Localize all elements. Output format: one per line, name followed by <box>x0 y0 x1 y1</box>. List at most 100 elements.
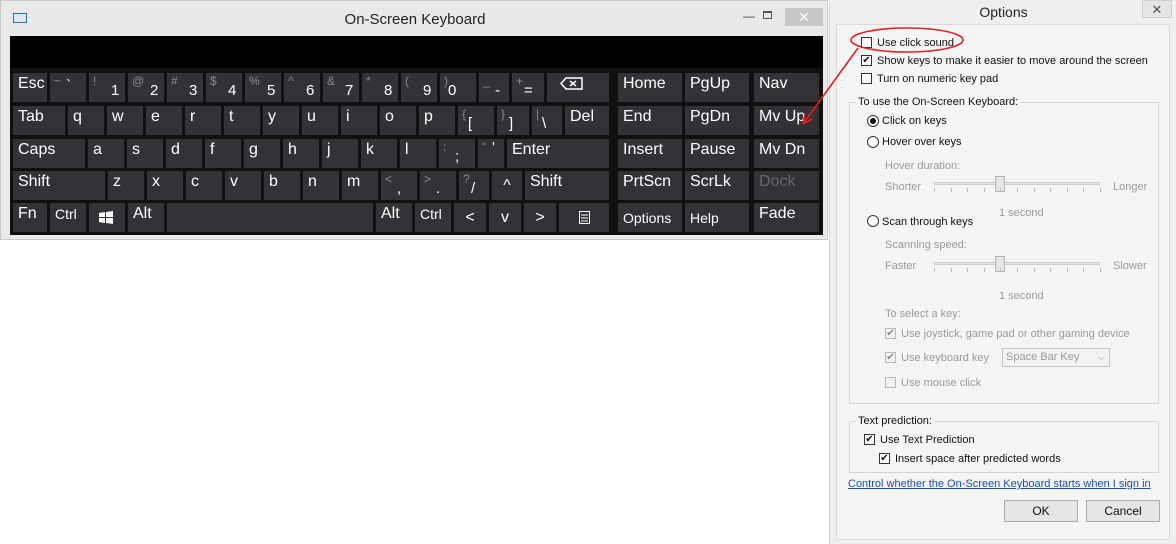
ok-button[interactable]: OK <box>1004 500 1078 522</box>
key-windows[interactable] <box>89 203 125 232</box>
key-minus[interactable]: _ - <box>479 73 509 102</box>
key-g[interactable]: g <box>244 139 280 168</box>
close-button[interactable]: ✕ <box>1142 0 1172 18</box>
key-pause[interactable]: Pause <box>685 139 749 168</box>
key-l[interactable]: l <box>400 139 436 168</box>
show-keys-checkbox[interactable]: ✔ <box>861 55 872 66</box>
key-right-bracket[interactable]: }] <box>497 106 529 135</box>
minimize-button[interactable]: — <box>738 9 760 23</box>
use-mouse-click-checkbox[interactable] <box>885 377 896 388</box>
key-h[interactable]: h <box>283 139 319 168</box>
numeric-keypad-checkbox[interactable] <box>861 73 872 84</box>
key-4[interactable]: $4 <box>206 73 242 102</box>
use-keyboard-key-checkbox[interactable]: ✔ <box>885 352 896 363</box>
key-m[interactable]: m <box>342 171 378 200</box>
key-pgdn[interactable]: PgDn <box>685 106 749 135</box>
key-r[interactable]: r <box>185 106 221 135</box>
key-nav[interactable]: Nav <box>754 73 819 102</box>
key-shift-left[interactable]: Shift <box>13 171 105 200</box>
key-equal[interactable]: + = <box>512 73 544 102</box>
key-mv-dn[interactable]: Mv Dn <box>754 139 819 168</box>
key-x[interactable]: x <box>147 171 183 200</box>
key-y[interactable]: y <box>263 106 299 135</box>
key-k[interactable]: k <box>361 139 397 168</box>
key-1[interactable]: ! 1 <box>89 73 125 102</box>
maximize-button[interactable] <box>759 9 779 23</box>
key-3[interactable]: #3 <box>167 73 203 102</box>
key-i[interactable]: i <box>341 106 377 135</box>
key-t[interactable]: t <box>224 106 260 135</box>
hover-over-keys-radio[interactable] <box>867 136 879 148</box>
key-scrlk[interactable]: ScrLk <box>685 171 749 200</box>
startup-settings-link[interactable]: Control whether the On-Screen Keyboard s… <box>848 478 1151 490</box>
key-backslash[interactable]: | \ <box>532 106 562 135</box>
key-left-bracket[interactable]: {[ <box>458 106 494 135</box>
key-help[interactable]: Help <box>685 203 749 232</box>
key-left-arrow[interactable]: < <box>454 203 486 232</box>
key-p[interactable]: p <box>419 106 455 135</box>
use-joystick-checkbox[interactable]: ✔ <box>885 328 896 339</box>
key-slash[interactable]: ? / <box>459 171 489 200</box>
key-alt-left[interactable]: Alt <box>128 203 164 232</box>
key-tab[interactable]: Tab <box>13 106 65 135</box>
key-e[interactable]: e <box>146 106 182 135</box>
key-mv-up[interactable]: Mv Up <box>754 106 819 135</box>
key-dock[interactable]: Dock <box>754 171 819 200</box>
key-end[interactable]: End <box>618 106 682 135</box>
key-6[interactable]: ^ 6 <box>284 73 320 102</box>
key-a[interactable]: a <box>88 139 124 168</box>
close-button[interactable]: ✕ <box>785 8 823 26</box>
key-7[interactable]: & 7 <box>323 73 359 102</box>
key-esc[interactable]: Esc <box>13 73 47 102</box>
key-f[interactable]: f <box>205 139 241 168</box>
key-up-arrow[interactable]: ^ <box>492 171 522 200</box>
key-fn[interactable]: Fn <box>13 203 47 232</box>
key-backspace[interactable] <box>547 73 609 102</box>
key-z[interactable]: z <box>108 171 144 200</box>
key-q[interactable]: q <box>68 106 104 135</box>
key-prtscn[interactable]: PrtScn <box>618 171 682 200</box>
key-options[interactable]: Options <box>618 203 682 232</box>
key-period[interactable]: >. <box>420 171 456 200</box>
key-pgup[interactable]: PgUp <box>685 73 749 102</box>
use-text-prediction-checkbox[interactable]: ✔ <box>864 434 875 445</box>
key-down-arrow[interactable]: v <box>489 203 521 232</box>
click-on-keys-radio[interactable] <box>867 115 879 127</box>
key-5[interactable]: % 5 <box>245 73 281 102</box>
key-2[interactable]: @2 <box>128 73 164 102</box>
key-enter[interactable]: Enter <box>507 139 609 168</box>
key-j[interactable]: j <box>322 139 358 168</box>
key-right-arrow[interactable]: > <box>524 203 556 232</box>
key-ctrl-right[interactable]: Ctrl <box>415 203 451 232</box>
key-s[interactable]: s <box>127 139 163 168</box>
cancel-button[interactable]: Cancel <box>1086 500 1160 522</box>
key-0[interactable]: ) 0 <box>440 73 476 102</box>
keyboard-key-select[interactable]: Space Bar Key ⌵ <box>1002 348 1110 367</box>
key-u[interactable]: u <box>302 106 338 135</box>
scan-through-keys-radio[interactable] <box>867 215 879 227</box>
key-shift-right[interactable]: Shift <box>525 171 609 200</box>
key-alt-right[interactable]: Alt <box>376 203 412 232</box>
key-caps[interactable]: Caps <box>13 139 85 168</box>
key-fade[interactable]: Fade <box>754 203 819 232</box>
key-ctrl-left[interactable]: Ctrl <box>50 203 86 232</box>
key-insert[interactable]: Insert <box>618 139 682 168</box>
key-d[interactable]: d <box>166 139 202 168</box>
key-del[interactable]: Del <box>565 106 609 135</box>
key-c[interactable]: c <box>186 171 222 200</box>
key-b[interactable]: b <box>264 171 300 200</box>
key-v[interactable]: v <box>225 171 261 200</box>
key-semicolon[interactable]: :; <box>439 139 475 168</box>
key-o[interactable]: o <box>380 106 416 135</box>
key-n[interactable]: n <box>303 171 339 200</box>
key-home[interactable]: Home <box>618 73 682 102</box>
scanning-speed-slider-track[interactable] <box>934 262 1100 265</box>
key-quote[interactable]: " ' <box>478 139 504 168</box>
key-9[interactable]: (9 <box>401 73 437 102</box>
use-click-sound-checkbox[interactable] <box>861 37 872 48</box>
key-grave[interactable]: ~ ` <box>50 73 86 102</box>
key-space[interactable] <box>167 203 373 232</box>
key-w[interactable]: w <box>107 106 143 135</box>
key-menu[interactable] <box>559 203 609 232</box>
hover-duration-slider-track[interactable] <box>934 182 1100 185</box>
